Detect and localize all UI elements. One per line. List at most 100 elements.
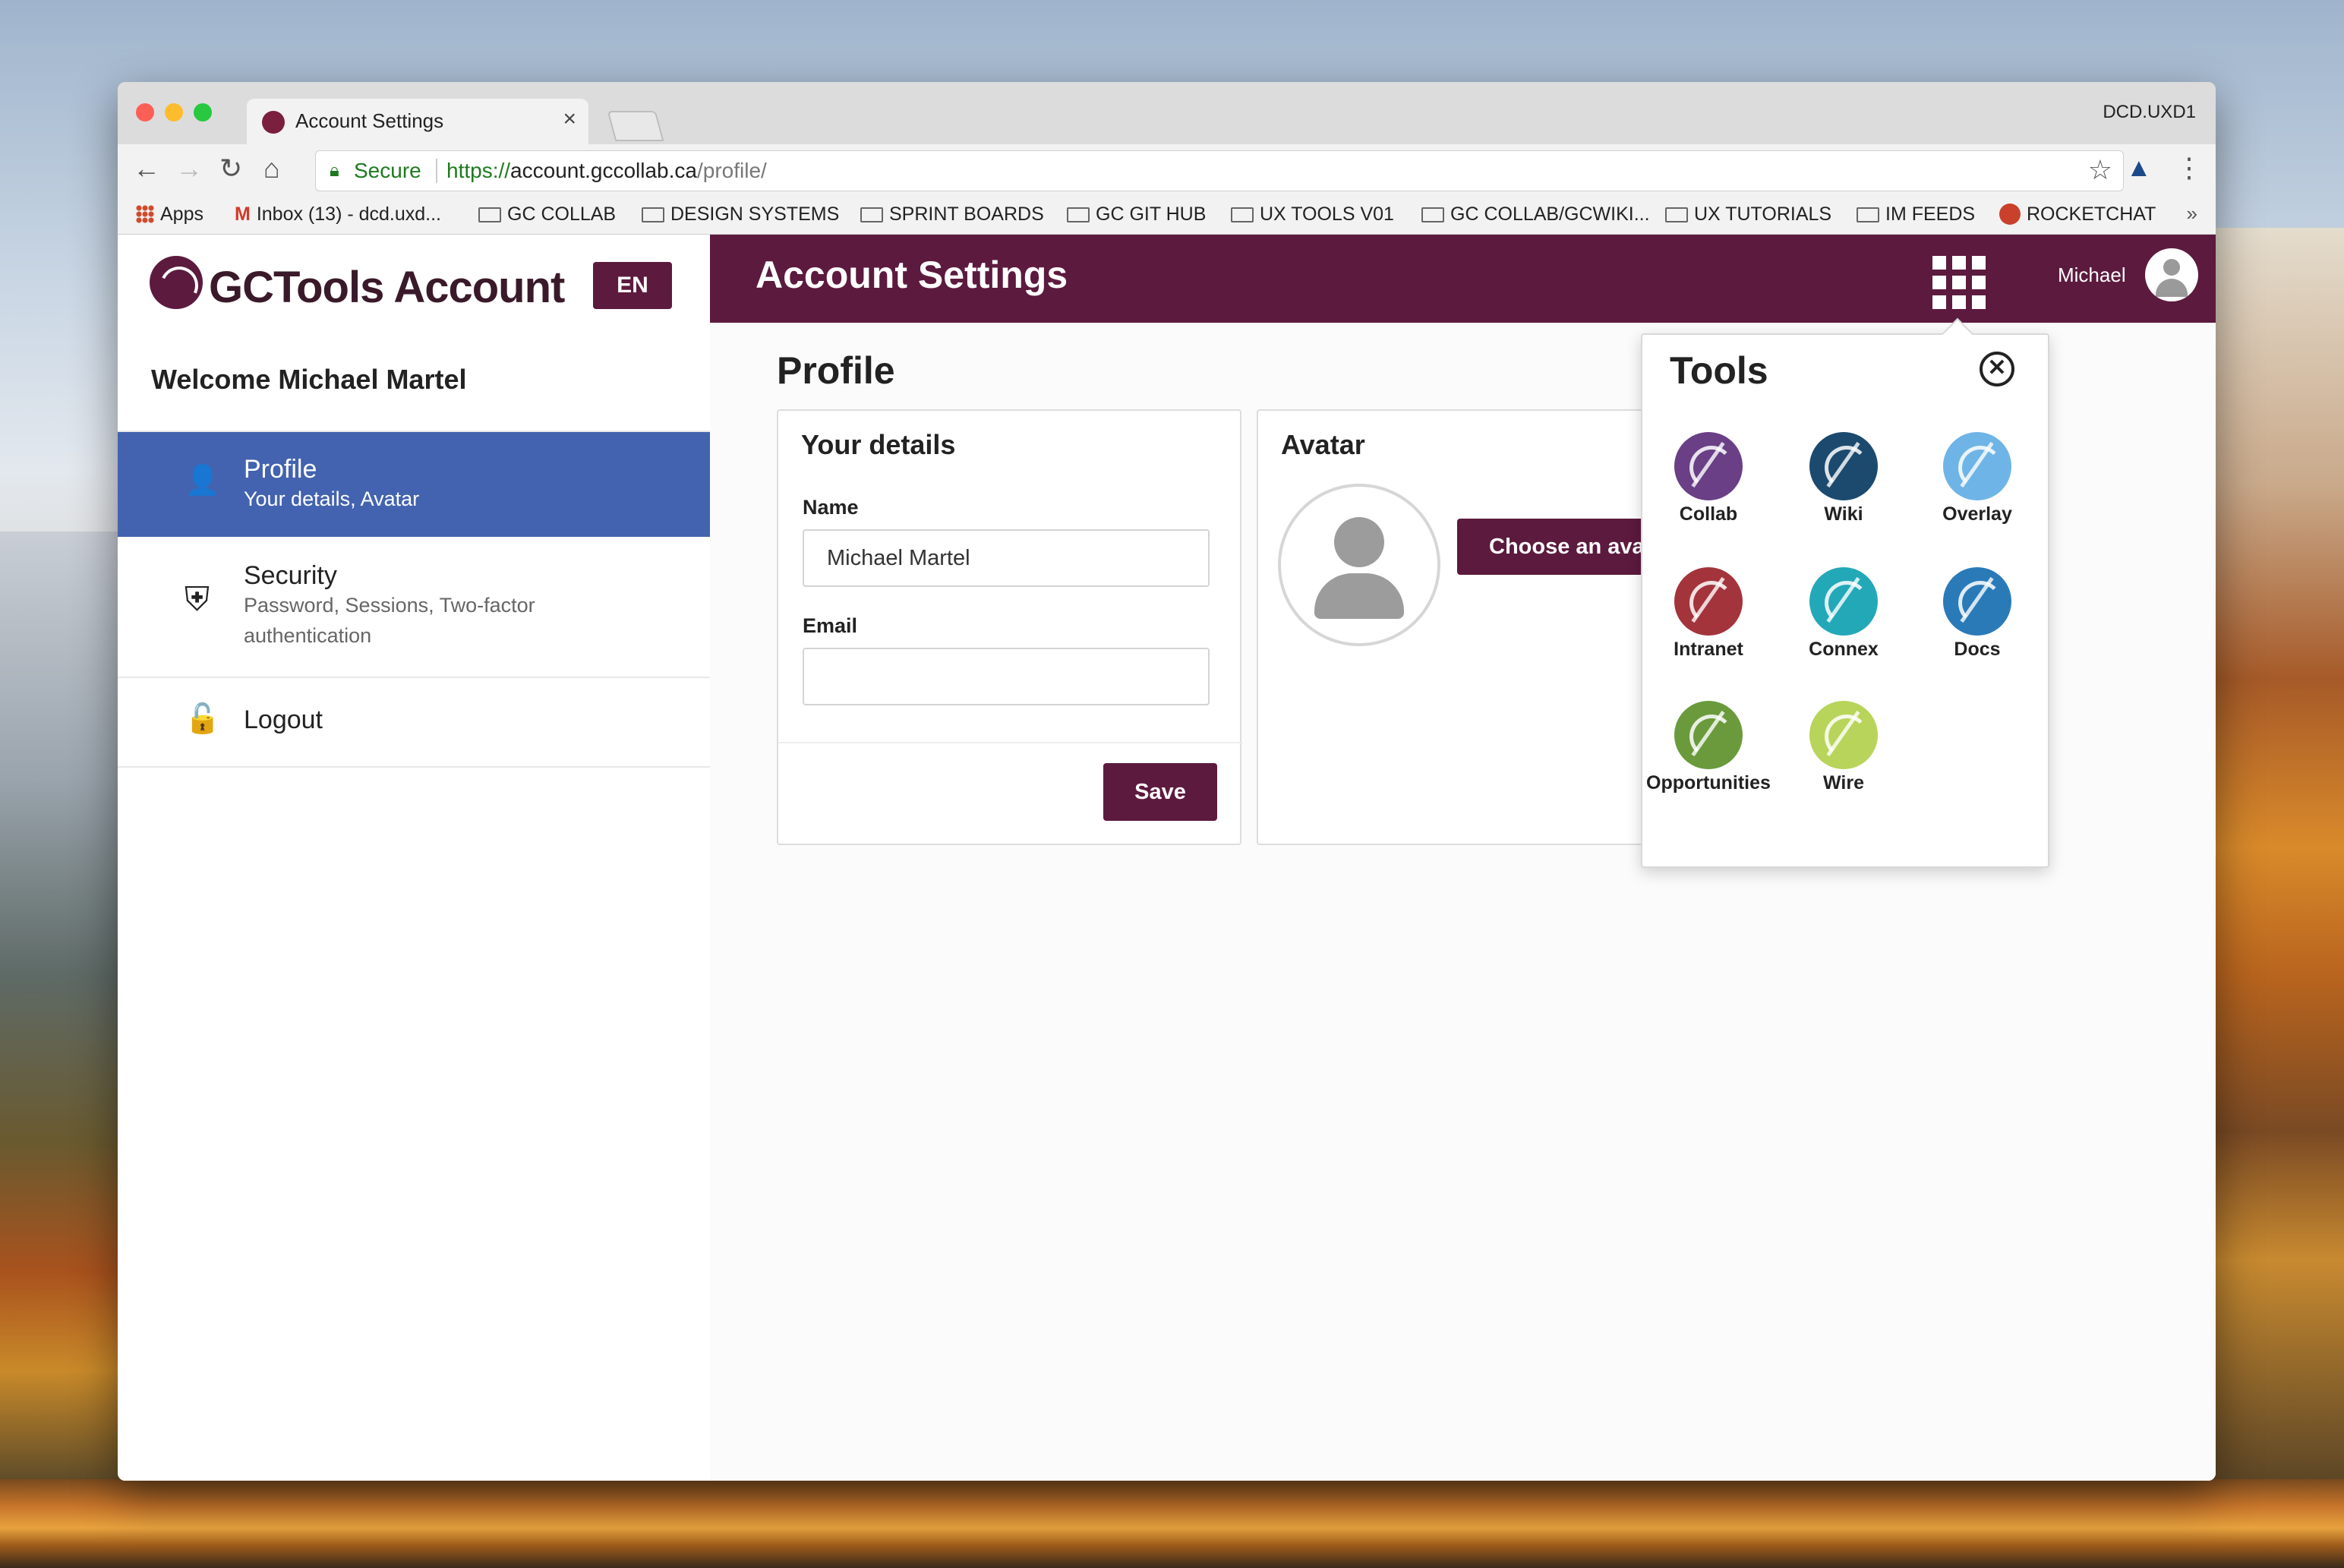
url-scheme: https:// — [446, 159, 511, 182]
language-toggle-button[interactable]: EN — [593, 262, 672, 309]
bookmark-ux-tools[interactable]: UX TOOLS V01 — [1231, 203, 1394, 226]
close-icon[interactable]: ✕ — [1980, 352, 2014, 386]
bookmark-gc-collab[interactable]: GC COLLAB — [478, 203, 616, 226]
url-path: /profile/ — [696, 159, 767, 182]
zoom-window-button[interactable] — [194, 103, 212, 121]
close-window-button[interactable] — [136, 103, 154, 121]
your-details-card: Your details Name Email Save — [777, 409, 1243, 845]
avatar-placeholder-icon — [1278, 484, 1440, 646]
address-bar[interactable]: 🔒︎ Secure https://account.gccollab.ca/pr… — [315, 150, 2124, 191]
email-field[interactable] — [803, 648, 1210, 705]
forward-arrow-icon[interactable]: → — [175, 153, 203, 184]
folder-icon — [1665, 207, 1688, 222]
save-button[interactable]: Save — [1103, 763, 1217, 821]
bookmark-label: GC GIT HUB — [1096, 203, 1207, 225]
gctools-logo-icon — [150, 256, 203, 309]
card-title: Avatar — [1281, 429, 1365, 460]
brand-name: GCTools Account — [209, 263, 565, 312]
lock-open-icon: 🔓 — [185, 703, 221, 735]
extension-icon[interactable]: ▲ — [2126, 153, 2152, 183]
user-avatar-icon[interactable] — [2145, 248, 2198, 301]
lock-icon: 🔒︎ — [330, 160, 339, 181]
bookmark-gcwiki[interactable]: GC COLLAB/GCWIKI... — [1421, 203, 1650, 226]
sidebar-item-logout[interactable]: 🔓 Logout — [118, 678, 710, 766]
tool-wire[interactable]: Wire — [1779, 701, 1908, 794]
apps-grid-button[interactable] — [1932, 256, 1986, 309]
bookmark-inbox[interactable]: M Inbox (13) - dcd.uxd... — [235, 203, 441, 226]
email-label: Email — [803, 614, 858, 637]
window-profile-label: DCD.UXD1 — [2103, 102, 2196, 122]
bookmark-gc-git-hub[interactable]: GC GIT HUB — [1067, 203, 1206, 226]
tool-label: Connex — [1809, 639, 1879, 660]
browser-toolbar: ← → ↻ ⌂ 🔒︎ Secure https://account.gccoll… — [118, 144, 2216, 196]
browser-tab-active[interactable]: Account Settings × — [247, 99, 588, 144]
tab-close-icon[interactable]: × — [563, 106, 576, 132]
sidebar: GCTools Account EN Welcome Michael Marte… — [118, 235, 711, 1481]
sidebar-item-subtitle: Password, Sessions, Two-factor authentic… — [244, 594, 535, 647]
connex-icon — [1809, 567, 1878, 636]
sidebar-item-security[interactable]: ⛨ Security Password, Sessions, Two-facto… — [118, 538, 710, 675]
user-name[interactable]: Michael — [2058, 263, 2126, 287]
tools-dropdown: Tools ✕ Collab Wiki Overlay Intranet Con… — [1641, 333, 2049, 868]
secure-label: Secure — [354, 159, 421, 182]
tool-connex[interactable]: Connex — [1779, 567, 1908, 661]
wire-icon — [1809, 701, 1878, 769]
sidebar-item-subtitle: Your details, Avatar — [244, 487, 420, 510]
name-label: Name — [803, 496, 859, 519]
bookmark-star-icon[interactable]: ☆ — [2088, 154, 2112, 186]
browser-menu-icon[interactable]: ⋮ — [2175, 152, 2203, 184]
bookmark-label: UX TOOLS V01 — [1260, 203, 1394, 225]
back-arrow-icon[interactable]: ← — [133, 153, 160, 184]
tool-wiki[interactable]: Wiki — [1779, 432, 1908, 525]
wiki-icon — [1809, 432, 1878, 500]
rocketchat-icon — [1999, 203, 2021, 225]
sidebar-item-title: Security — [244, 561, 337, 590]
folder-icon — [1231, 207, 1254, 222]
bookmark-sprint-boards[interactable]: SPRINT BOARDS — [860, 203, 1044, 226]
desktop-wallpaper-left — [0, 532, 121, 1519]
bookmark-im-feeds[interactable]: IM FEEDS — [1857, 203, 1975, 226]
tool-label: Intranet — [1674, 639, 1743, 660]
tool-docs[interactable]: Docs — [1913, 567, 2042, 661]
bookmarks-bar: Apps M Inbox (13) - dcd.uxd... GC COLLAB … — [118, 196, 2216, 235]
tool-label: Wiki — [1824, 503, 1863, 525]
divider — [118, 766, 710, 768]
folder-icon — [1067, 207, 1090, 222]
tool-label: Wire — [1823, 772, 1864, 793]
desktop-wallpaper-bottom — [0, 1479, 2344, 1568]
reload-icon[interactable]: ↻ — [219, 153, 242, 184]
welcome-message: Welcome Michael Martel — [151, 364, 467, 395]
card-footer-divider — [778, 742, 1243, 743]
bookmark-label: Inbox (13) - dcd.uxd... — [256, 203, 442, 225]
folder-icon — [860, 207, 883, 222]
page-title: Profile — [777, 349, 895, 392]
gmail-icon: M — [235, 203, 251, 225]
tool-intranet[interactable]: Intranet — [1644, 567, 1773, 661]
minimize-window-button[interactable] — [165, 103, 183, 121]
bookmark-rocketchat[interactable]: ROCKETCHAT — [1999, 203, 2156, 226]
bookmark-apps[interactable]: Apps — [136, 203, 203, 226]
sidebar-item-title: Profile — [244, 455, 317, 484]
overlay-icon — [1943, 432, 2011, 500]
home-icon[interactable]: ⌂ — [263, 153, 280, 184]
bookmark-label: ROCKETCHAT — [2027, 203, 2156, 225]
sidebar-item-profile[interactable]: 👤 Profile Your details, Avatar — [118, 432, 710, 537]
folder-icon — [1421, 207, 1444, 222]
user-icon: 👤 — [185, 465, 221, 497]
bookmark-label: GC COLLAB — [507, 203, 617, 225]
tool-label: Docs — [1954, 639, 2001, 660]
url-text: https://account.gccollab.ca/profile/ — [446, 159, 767, 183]
tool-opportunities[interactable]: Opportunities — [1644, 701, 1773, 794]
gctools-favicon-icon — [262, 111, 285, 134]
folder-icon — [478, 207, 501, 222]
tool-overlay[interactable]: Overlay — [1913, 432, 2042, 525]
address-separator — [436, 159, 437, 183]
bookmark-ux-tutorials[interactable]: UX TUTORIALS — [1665, 203, 1831, 226]
bookmark-design-systems[interactable]: DESIGN SYSTEMS — [642, 203, 839, 226]
header-title: Account Settings — [756, 254, 1068, 296]
tool-collab[interactable]: Collab — [1644, 432, 1773, 525]
bookmark-label: Apps — [160, 203, 203, 225]
bookmarks-overflow-icon[interactable]: » — [2187, 202, 2197, 226]
new-tab-button[interactable] — [607, 111, 664, 141]
name-field[interactable] — [803, 529, 1210, 587]
